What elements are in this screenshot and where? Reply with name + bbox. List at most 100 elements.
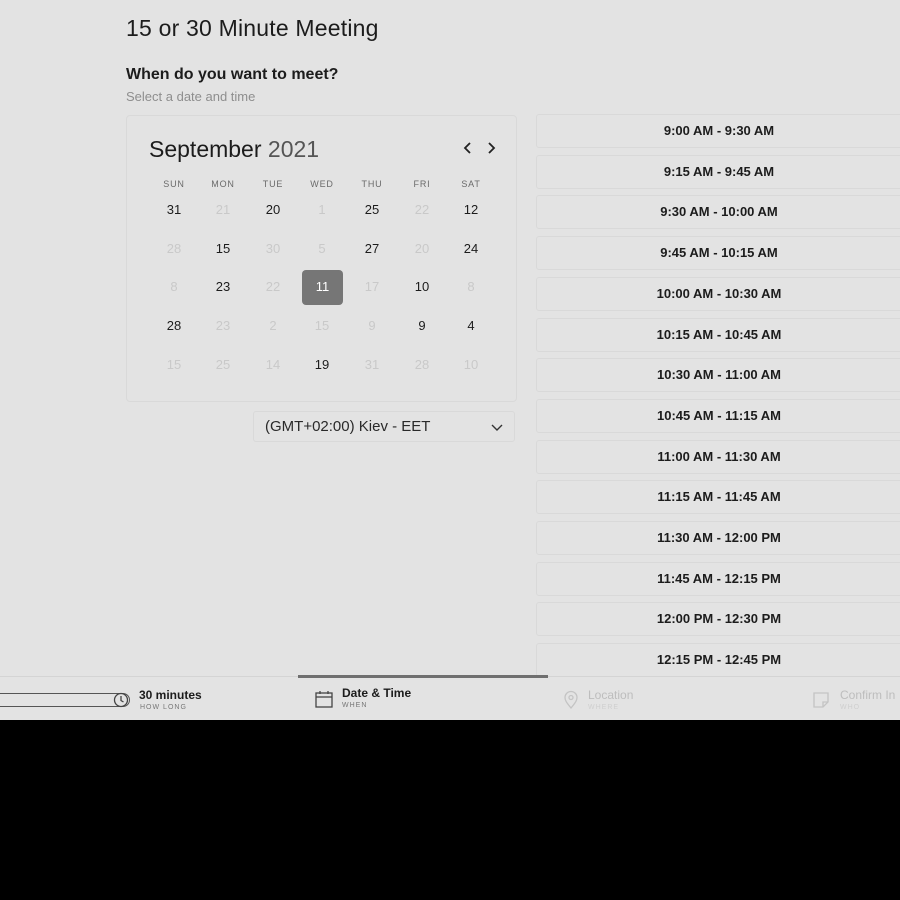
calendar-day: 1 <box>318 202 326 217</box>
step-duration[interactable]: 30 minutes HOW LONG <box>0 677 280 720</box>
section-title: When do you want to meet? <box>126 66 339 83</box>
calendar-day: 30 <box>265 241 281 256</box>
step-datetime-label: Date & Time <box>342 686 412 700</box>
step-datetime[interactable]: Date & Time WHEN <box>298 677 548 720</box>
chevron-right-icon <box>488 142 496 154</box>
time-slot-button[interactable]: 9:00 AM - 9:30 AM <box>536 114 900 148</box>
calendar-day[interactable]: 9 <box>402 309 442 343</box>
duration-track <box>0 693 130 707</box>
calendar-day: 25 <box>215 357 231 372</box>
calendar-day: 5 <box>318 241 326 256</box>
time-slot-button[interactable]: 11:45 AM - 12:15 PM <box>536 561 900 596</box>
calendar-day: 8 <box>170 279 178 294</box>
time-slot-button[interactable]: 11:15 AM - 11:45 AM <box>536 480 900 515</box>
time-slot-button[interactable]: 9:30 AM - 10:00 AM <box>536 195 900 230</box>
calendar-icon <box>315 691 333 708</box>
calendar-day: 8 <box>467 279 475 294</box>
time-slot-label: 9:15 AM - 9:45 AM <box>663 163 775 179</box>
calendar-day: 28 <box>414 357 430 372</box>
time-slot-button[interactable]: 9:15 AM - 9:45 AM <box>536 154 900 189</box>
section-subtitle: Select a date and time <box>126 89 256 104</box>
clock-icon <box>113 692 129 708</box>
time-slot-label: 11:00 AM - 11:30 AM <box>657 448 781 464</box>
timezone-value: (GMT+02:00) Kiev - EET <box>265 418 431 435</box>
calendar-day: 22 <box>414 202 430 217</box>
calendar-day: 22 <box>265 279 281 294</box>
calendar-day[interactable]: 31 <box>154 193 194 227</box>
time-slot-label: 9:45 AM - 10:15 AM <box>660 245 778 261</box>
location-pin-icon <box>564 690 578 710</box>
time-slot-label: 12:00 PM - 12:30 PM <box>656 611 782 627</box>
weekday-label: WED <box>310 179 334 189</box>
step-location-sub: WHERE <box>588 704 620 711</box>
step-datetime-sub: WHEN <box>342 702 368 709</box>
calendar: September 2021 SUN MON TUE WED THU FRI SAT 31 2… <box>126 115 517 402</box>
step-duration-label: 30 minutes <box>139 688 202 702</box>
time-slot-label: 12:15 PM - 12:45 PM <box>656 652 782 668</box>
step-location-label: Location <box>588 688 634 702</box>
step-confirm-sub: WHO <box>840 704 861 711</box>
calendar-day[interactable]: 4 <box>451 309 491 343</box>
calendar-day: 21 <box>215 202 231 217</box>
calendar-day: 28 <box>166 241 182 256</box>
time-slot-button[interactable]: 12:00 PM - 12:30 PM <box>536 602 900 637</box>
page-title: 15 or 30 Minute Meeting <box>126 15 379 41</box>
calendar-day[interactable]: 10 <box>402 270 442 304</box>
time-slot-label: 10:00 AM - 10:30 AM <box>656 285 782 301</box>
calendar-day: 17 <box>364 279 380 294</box>
time-slot-label: 11:30 AM - 12:00 PM <box>657 530 781 545</box>
calendar-day[interactable]: 25 <box>352 193 392 227</box>
note-icon <box>813 692 829 708</box>
weekday-label: TUE <box>262 179 284 189</box>
time-slot-label: 11:45 AM - 12:15 PM <box>657 570 781 586</box>
step-confirm-label: Confirm In <box>840 688 896 702</box>
time-slot-button[interactable]: 11:00 AM - 11:30 AM <box>536 439 900 474</box>
time-slot-label: 10:30 AM - 11:00 AM <box>656 367 782 383</box>
time-slot-button[interactable]: 9:45 AM - 10:15 AM <box>536 236 900 271</box>
calendar-day[interactable]: 24 <box>451 232 491 266</box>
time-slot-label: 9:30 AM - 10:00 AM <box>660 204 778 220</box>
time-slot-button[interactable]: 10:15 AM - 10:45 AM <box>536 317 900 352</box>
calendar-day[interactable]: 23 <box>203 270 243 304</box>
step-footer: 30 minutes HOW LONG Date & Time WHEN Loc… <box>0 675 900 720</box>
time-slot-label: 9:00 AM - 9:30 AM <box>663 123 775 138</box>
step-location[interactable]: Location WHERE <box>560 677 760 720</box>
weekday-label: SAT <box>461 179 481 189</box>
timezone-select[interactable]: (GMT+02:00) Kiev - EET <box>253 411 515 442</box>
time-slot-button[interactable]: 10:00 AM - 10:30 AM <box>536 276 900 311</box>
time-slot-label: 10:15 AM - 10:45 AM <box>656 326 782 342</box>
calendar-day: 2 <box>269 318 277 333</box>
time-slot-label: 11:15 AM - 11:45 AM <box>657 489 781 505</box>
time-slot-label: 10:45 AM - 11:15 AM <box>656 407 782 423</box>
time-slot-button[interactable]: 11:30 AM - 12:00 PM <box>536 521 900 555</box>
chevron-left-icon <box>463 142 471 154</box>
weekday-label: FRI <box>413 179 431 189</box>
calendar-day: 10 <box>463 357 479 372</box>
calendar-month: September <box>149 136 262 162</box>
scheduler-app: 15 or 30 Minute Meeting When do you want… <box>0 0 900 720</box>
calendar-year: 2021 <box>267 136 320 162</box>
calendar-day: 15 <box>314 318 330 333</box>
next-month-button[interactable] <box>482 138 500 158</box>
time-slot-button[interactable]: 12:15 PM - 12:45 PM <box>536 643 900 678</box>
calendar-day: 9 <box>368 318 376 333</box>
selected-day[interactable]: 11 <box>302 270 343 305</box>
weekday-label: MON <box>211 179 235 189</box>
calendar-day[interactable]: 15 <box>203 232 243 266</box>
weekday-label: THU <box>361 179 383 189</box>
calendar-day[interactable]: 19 <box>302 348 342 382</box>
chevron-down-icon <box>491 424 503 431</box>
calendar-day[interactable]: 20 <box>253 193 293 227</box>
time-slot-button[interactable]: 10:45 AM - 11:15 AM <box>536 398 900 433</box>
weekday-label: SUN <box>163 179 185 189</box>
calendar-day: 23 <box>215 318 231 333</box>
calendar-day[interactable]: 28 <box>154 309 194 343</box>
time-slot-button[interactable]: 10:30 AM - 11:00 AM <box>536 358 900 393</box>
calendar-day[interactable]: 27 <box>352 232 392 266</box>
calendar-day[interactable]: 12 <box>451 193 491 227</box>
calendar-month-label: September 2021 <box>149 136 319 163</box>
step-confirm[interactable]: Confirm In WHO <box>810 677 900 720</box>
calendar-day: 14 <box>265 357 281 372</box>
prev-month-button[interactable] <box>459 138 477 158</box>
calendar-day: 20 <box>414 241 430 256</box>
